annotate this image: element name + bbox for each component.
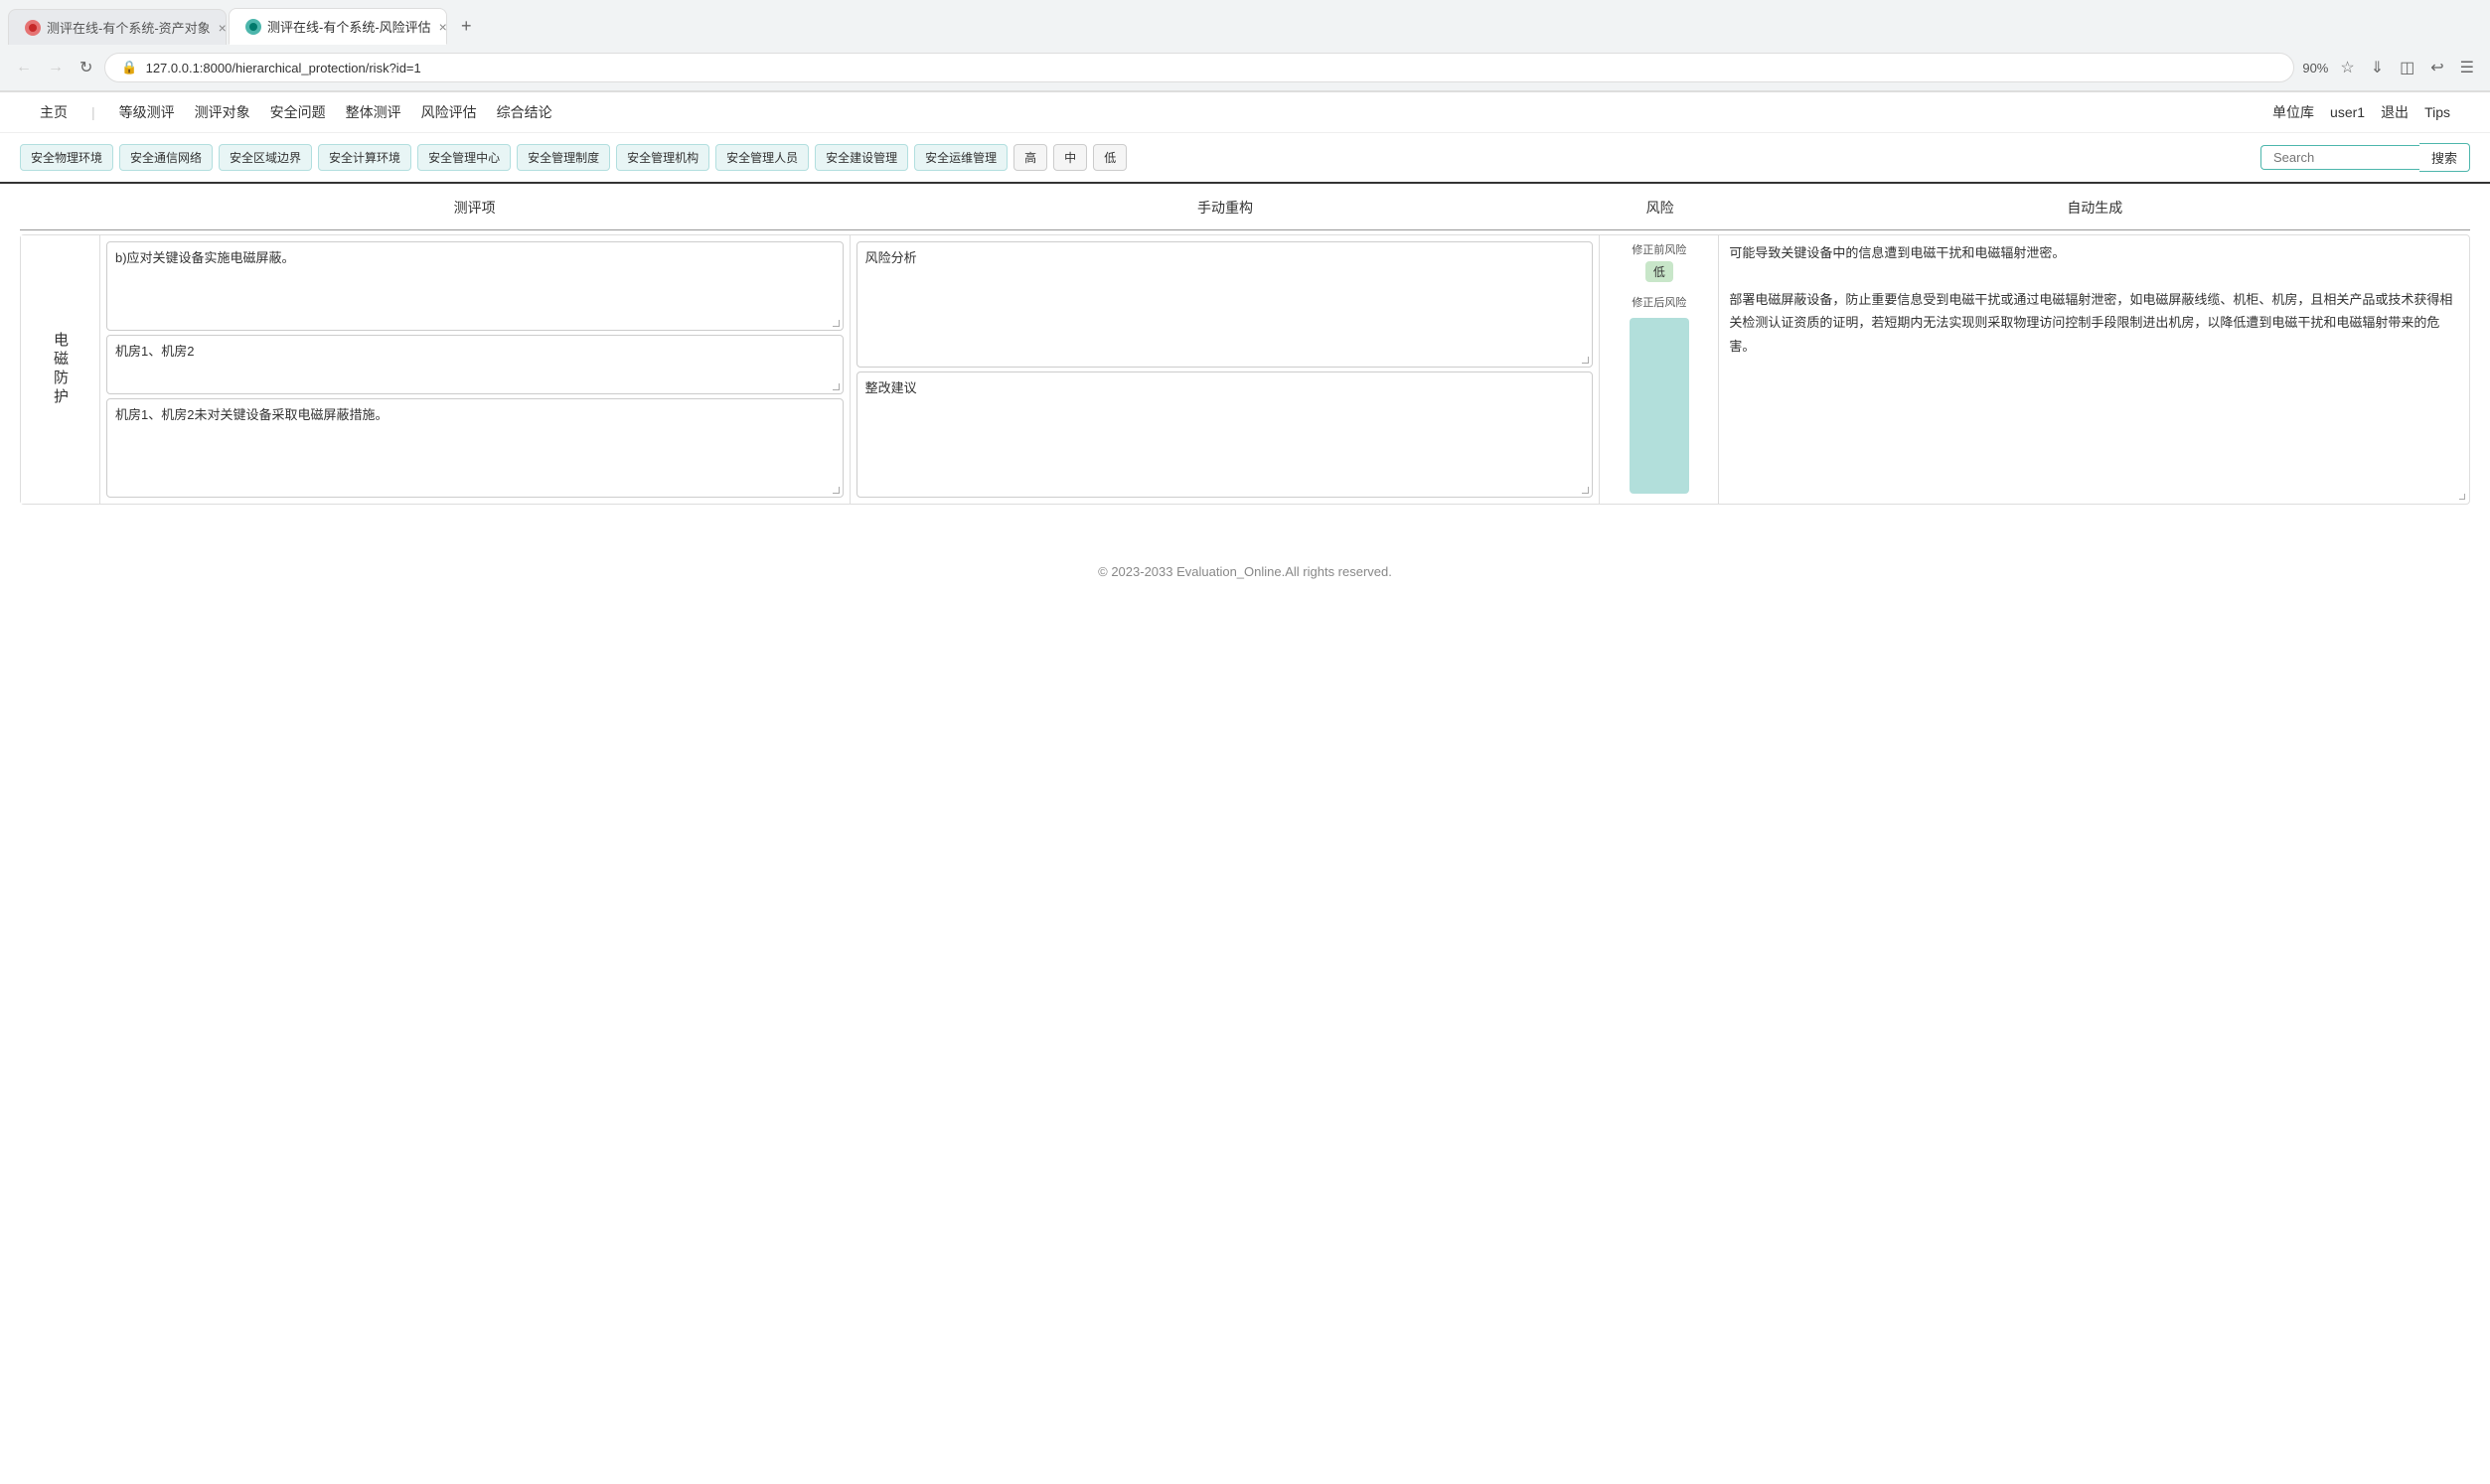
manual-item-2[interactable]: 整改建议 [856,371,1594,498]
tab-risk[interactable]: 测评在线-有个系统-风险评估 × [229,8,447,45]
menu-button[interactable]: ☰ [2456,54,2478,81]
app-nav: 主页 | 等级测评 测评对象 安全问题 整体测评 风险评估 综合结论 单位库 u… [0,92,2490,133]
tab-asset[interactable]: 测评在线-有个系统-资产对象 × [8,9,227,45]
eval-item-1[interactable]: b)应对关键设备实施电磁屏蔽。 [106,241,844,331]
nav-tips[interactable]: Tips [2424,104,2450,120]
risk-bar [1630,318,1689,494]
eval-item-3-text: 机房1、机房2未对关键设备采取电磁屏蔽措施。 [115,407,388,422]
filter-ops-mgmt[interactable]: 安全运维管理 [914,144,1008,171]
security-icon: 🔒 [121,60,137,75]
resize-handle-3 [831,485,841,495]
filter-high[interactable]: 高 [1013,144,1047,171]
browser-chrome: 测评在线-有个系统-资产对象 × 测评在线-有个系统-风险评估 × + ← → … [0,0,2490,92]
filter-mid[interactable]: 中 [1053,144,1087,171]
tab-icon-risk [245,19,261,35]
tab-label-risk: 测评在线-有个系统-风险评估 [267,17,431,36]
risk-before-label: 修正前风险 [1632,241,1686,257]
nav-logout[interactable]: 退出 [2381,102,2409,122]
filter-bar: 安全物理环境 安全通信网络 安全区域边界 安全计算环境 安全管理中心 安全管理制… [0,133,2490,184]
auto-gen-col[interactable]: 可能导致关键设备中的信息遭到电磁干扰和电磁辐射泄密。 部署电磁屏蔽设备，防止重要… [1719,235,2469,504]
nav-user[interactable]: user1 [2330,104,2365,120]
header-manual: 手动重构 [850,194,1600,222]
extensions-button[interactable]: ◫ [2396,54,2418,81]
url-box[interactable]: 🔒 127.0.0.1:8000/hierarchical_protection… [104,53,2294,82]
star-button[interactable]: ☆ [2336,54,2358,81]
filter-mgmt-person[interactable]: 安全管理人员 [715,144,809,171]
browser-actions: 90% ☆ ⇓ ◫ ↩ ☰ [2302,54,2478,81]
tab-label-asset: 测评在线-有个系统-资产对象 [47,18,211,37]
header-auto: 自动生成 [1720,194,2470,222]
nav-risk-eval[interactable]: 风险评估 [421,102,477,122]
filter-compute[interactable]: 安全计算环境 [318,144,411,171]
resize-handle-2 [831,381,841,391]
download-button[interactable]: ⇓ [2367,54,2388,81]
table-header: 测评项 手动重构 风险 自动生成 [20,194,2470,230]
tab-icon-asset [25,20,41,36]
resize-handle-m1 [1580,355,1590,365]
app-nav-left: 主页 | 等级测评 测评对象 安全问题 整体测评 风险评估 综合结论 [40,102,552,122]
auto-gen-text: 可能导致关键设备中的信息遭到电磁干扰和电磁辐射泄密。 部署电磁屏蔽设备，防止重要… [1729,245,2452,354]
tab-bar: 测评在线-有个系统-资产对象 × 测评在线-有个系统-风险评估 × + [0,0,2490,45]
main-content: 测评项 手动重构 风险 自动生成 电磁防护 b)应对关键设备实施电磁屏蔽。 机房… [0,194,2490,505]
nav-eval-target[interactable]: 测评对象 [195,102,250,122]
back-button[interactable]: ← [12,55,36,80]
nav-overall-eval[interactable]: 整体测评 [346,102,401,122]
filter-mgmt-org[interactable]: 安全管理机构 [616,144,709,171]
manual-item-1[interactable]: 风险分析 [856,241,1594,368]
eval-item-3[interactable]: 机房1、机房2未对关键设备采取电磁屏蔽措施。 [106,398,844,498]
nav-unit-lib[interactable]: 单位库 [2272,102,2314,122]
resize-handle-m2 [1580,485,1590,495]
table-row: 电磁防护 b)应对关键设备实施电磁屏蔽。 机房1、机房2 机房1、机房2未对关键… [20,234,2470,505]
address-bar: ← → ↻ 🔒 127.0.0.1:8000/hierarchical_prot… [0,45,2490,91]
zoom-text: 90% [2302,61,2328,75]
forward-button[interactable]: → [44,55,68,80]
header-label [20,194,99,222]
eval-item-1-text: b)应对关键设备实施电磁屏蔽。 [115,250,295,265]
risk-col: 修正前风险 低 修正后风险 [1600,235,1719,504]
search-input[interactable] [2260,145,2419,170]
url-text: 127.0.0.1:8000/hierarchical_protection/r… [146,61,421,75]
filter-mgmt-system[interactable]: 安全管理制度 [517,144,610,171]
eval-item-2[interactable]: 机房1、机房2 [106,335,844,394]
risk-before-badge: 低 [1645,261,1673,282]
history-back-button[interactable]: ↩ [2426,54,2447,81]
filter-build-mgmt[interactable]: 安全建设管理 [815,144,908,171]
manual-col: 风险分析 整改建议 [851,235,1601,504]
header-eval-item: 测评项 [99,194,850,222]
footer-text: © 2023-2033 Evaluation_Online.All rights… [1098,564,1392,579]
resize-handle-auto [2456,491,2466,501]
row-label: 电磁防护 [21,235,100,504]
filter-zone[interactable]: 安全区域边界 [219,144,312,171]
nav-summary[interactable]: 综合结论 [497,102,552,122]
manual-item-1-text: 风险分析 [865,250,917,265]
resize-handle-1 [831,318,841,328]
reload-button[interactable]: ↻ [76,54,96,81]
nav-level-eval[interactable]: 等级测评 [119,102,175,122]
manual-item-2-text: 整改建议 [865,380,917,395]
tab-close-risk[interactable]: × [439,19,447,35]
filter-mgmt-center[interactable]: 安全管理中心 [417,144,511,171]
filter-network[interactable]: 安全通信网络 [119,144,213,171]
search-box: 搜索 [2260,143,2470,172]
eval-items-col: b)应对关键设备实施电磁屏蔽。 机房1、机房2 机房1、机房2未对关键设备采取电… [100,235,851,504]
search-button[interactable]: 搜索 [2419,143,2470,172]
nav-divider: | [91,104,95,120]
filter-low[interactable]: 低 [1093,144,1127,171]
risk-after-label: 修正后风险 [1632,294,1686,310]
header-risk: 风险 [1601,194,1720,222]
filter-physical[interactable]: 安全物理环境 [20,144,113,171]
nav-security-issue[interactable]: 安全问题 [270,102,326,122]
add-tab-button[interactable]: + [449,8,484,45]
app-nav-right: 单位库 user1 退出 Tips [2272,102,2450,122]
tab-close-asset[interactable]: × [219,20,227,36]
eval-item-2-text: 机房1、机房2 [115,344,194,359]
nav-home[interactable]: 主页 [40,102,68,122]
page-footer: © 2023-2033 Evaluation_Online.All rights… [0,544,2490,599]
